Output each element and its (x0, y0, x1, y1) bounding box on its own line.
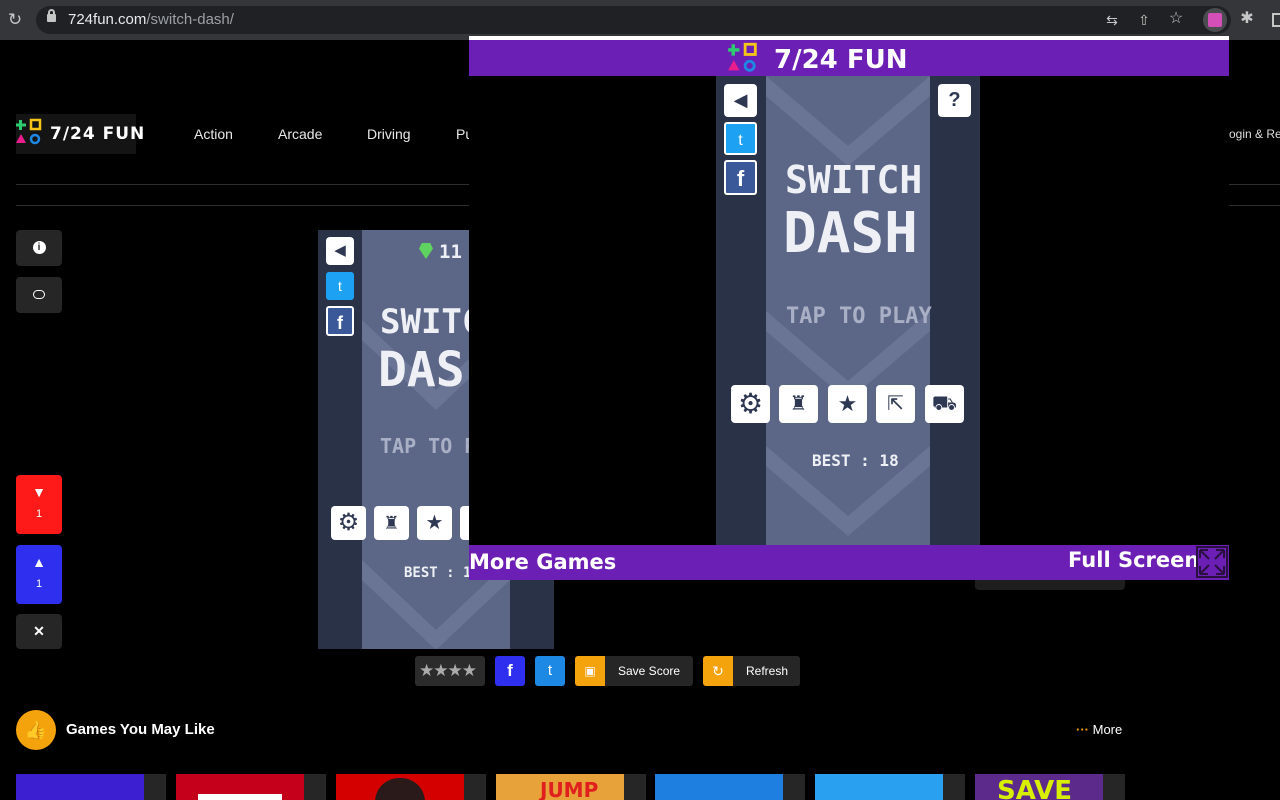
refresh-button[interactable]: ↻ Refresh (703, 656, 800, 686)
header-divider (16, 184, 469, 185)
header-divider-2 (16, 205, 469, 206)
game-popup: 7/24 FUN ◀ t f ? SWITCH DASH TAP TO PLAY… (469, 36, 1229, 580)
best-score: BEST : 18 (812, 451, 899, 470)
comments-button[interactable] (16, 277, 62, 313)
star-rating-icon: ★★★★ (419, 661, 477, 680)
logo-shapes-icon (728, 42, 757, 72)
thumb-spacer (624, 774, 646, 800)
translate-icon[interactable]: ⇆ (1103, 11, 1121, 29)
game-thumbnail[interactable] (176, 774, 304, 800)
nav-action[interactable]: Action (194, 126, 233, 142)
save-score-button[interactable]: ▣ Save Score (575, 656, 693, 686)
extension-avatar-icon[interactable] (1203, 8, 1227, 32)
logo-text: 7/24 FUN (50, 124, 146, 144)
dislike-button[interactable]: ▼ 1 (16, 475, 62, 534)
browser-toolbar: ↻ 724fun.com/switch-dash/ ⇆ ⇧ ☆ ✱ (0, 0, 1280, 40)
thumb-spacer (464, 774, 486, 800)
save-icon: ▣ (575, 656, 605, 686)
share-icon[interactable]: ⇧ (1135, 11, 1153, 29)
settings-button[interactable]: ⚙ (331, 506, 366, 540)
twitter-share-button[interactable]: t (326, 272, 354, 300)
twitter-button[interactable]: t (535, 656, 565, 686)
more-apps-button[interactable]: ⇱ (876, 385, 915, 423)
game-thumbnail[interactable] (815, 774, 943, 800)
url-domain: 724fun.com (68, 11, 147, 28)
info-button[interactable]: i (16, 230, 62, 266)
thumb-spacer (144, 774, 166, 800)
url-text[interactable]: 724fun.com/switch-dash/ (68, 11, 234, 28)
header-divider-right-2 (1229, 205, 1280, 206)
expand-icon: ✕ (33, 623, 45, 639)
popup-header: 7/24 FUN (469, 40, 1229, 76)
bookmark-star-icon[interactable]: ☆ (1167, 10, 1185, 28)
nav-arcade[interactable]: Arcade (278, 126, 322, 142)
leaderboard-button[interactable]: ♜ (374, 506, 409, 540)
thumbs-up-icon: ▲ (32, 554, 46, 570)
full-screen-link[interactable]: Full Screen (1068, 548, 1199, 572)
tap-to-play: TAP TO PLAY (786, 304, 932, 329)
game-thumbnail[interactable]: SAVE (975, 774, 1103, 800)
game-thumbnail[interactable] (655, 774, 783, 800)
help-button[interactable]: ? (938, 84, 971, 117)
settings-button[interactable]: ⚙ (731, 385, 770, 423)
login-register-link[interactable]: ogin & Reg (1229, 127, 1280, 141)
thumb-label: JUMP (540, 778, 599, 800)
lock-shackle (48, 9, 55, 16)
extensions-puzzle-icon[interactable]: ✱ (1238, 10, 1256, 28)
game-thumbnail[interactable]: JUMP (496, 774, 624, 800)
shop-cart-button[interactable]: ⛟ (925, 385, 964, 423)
rate-button[interactable]: ★ (417, 506, 452, 540)
facebook-button[interactable]: f (495, 656, 525, 686)
popup-title: 7/24 FUN (774, 45, 908, 75)
rate-button[interactable]: ★ (828, 385, 867, 423)
sound-button[interactable]: ◀ (724, 84, 757, 117)
game-title-line1: SWITCH (785, 158, 923, 202)
more-games-link[interactable]: More Games (469, 550, 616, 574)
refresh-label: Refresh (746, 664, 789, 678)
dots-icon: ··· (1076, 722, 1093, 737)
like-button[interactable]: ▲ 1 (16, 545, 62, 604)
thumbs-down-icon: ▼ (32, 484, 46, 500)
refresh-icon: ↻ (703, 656, 733, 686)
dislike-count: 1 (35, 508, 43, 520)
game-title-line1: SWITC (380, 302, 483, 342)
header-divider-right (1229, 184, 1280, 185)
game-title-line2: DASH (783, 201, 918, 266)
games-section-title: Games You May Like (66, 721, 215, 738)
sidepanel-icon[interactable] (1272, 13, 1280, 27)
thumb-spacer (783, 774, 805, 800)
leaderboard-button[interactable]: ♜ (779, 385, 818, 423)
facebook-share-button[interactable]: f (724, 160, 757, 195)
thumb-spacer (1103, 774, 1125, 800)
popup-footer: More Games Full Screen (469, 545, 1229, 580)
game-thumbnail[interactable] (336, 774, 464, 800)
reload-icon[interactable]: ↻ (6, 11, 24, 29)
gem-count: 11 (439, 241, 462, 263)
game-canvas[interactable]: ◀ t f ? SWITCH DASH TAP TO PLAY ⚙ ♜ ★ ⇱ … (716, 76, 980, 545)
site-logo[interactable]: 7/24 FUN (16, 114, 144, 154)
thumbs-up-section-icon: 👍 (16, 710, 56, 750)
nav-driving[interactable]: Driving (367, 126, 411, 142)
game-title-line2: DAS (378, 342, 465, 398)
more-games-link[interactable]: ··· More (1076, 722, 1122, 737)
comment-icon (33, 290, 45, 299)
sound-button[interactable]: ◀ (326, 237, 354, 265)
more-label: More (1092, 722, 1123, 737)
facebook-share-button[interactable]: f (326, 306, 354, 336)
info-icon: i (32, 241, 46, 254)
thumb-label: SAVE (997, 776, 1072, 800)
logo-shapes-icon (16, 118, 42, 145)
thumb-spacer (943, 774, 965, 800)
like-count: 1 (35, 578, 43, 590)
url-path: /switch-dash/ (146, 11, 234, 28)
fullscreen-button[interactable]: ✕ (16, 614, 62, 649)
save-score-label: Save Score (618, 664, 681, 678)
fullscreen-expand-icon[interactable] (1196, 546, 1228, 578)
star-rating[interactable]: ★★★★ (415, 656, 485, 686)
thumb-spacer (304, 774, 326, 800)
game-thumbnail[interactable] (16, 774, 144, 800)
twitter-share-button[interactable]: t (724, 122, 757, 155)
chevron-decoration (766, 76, 930, 166)
